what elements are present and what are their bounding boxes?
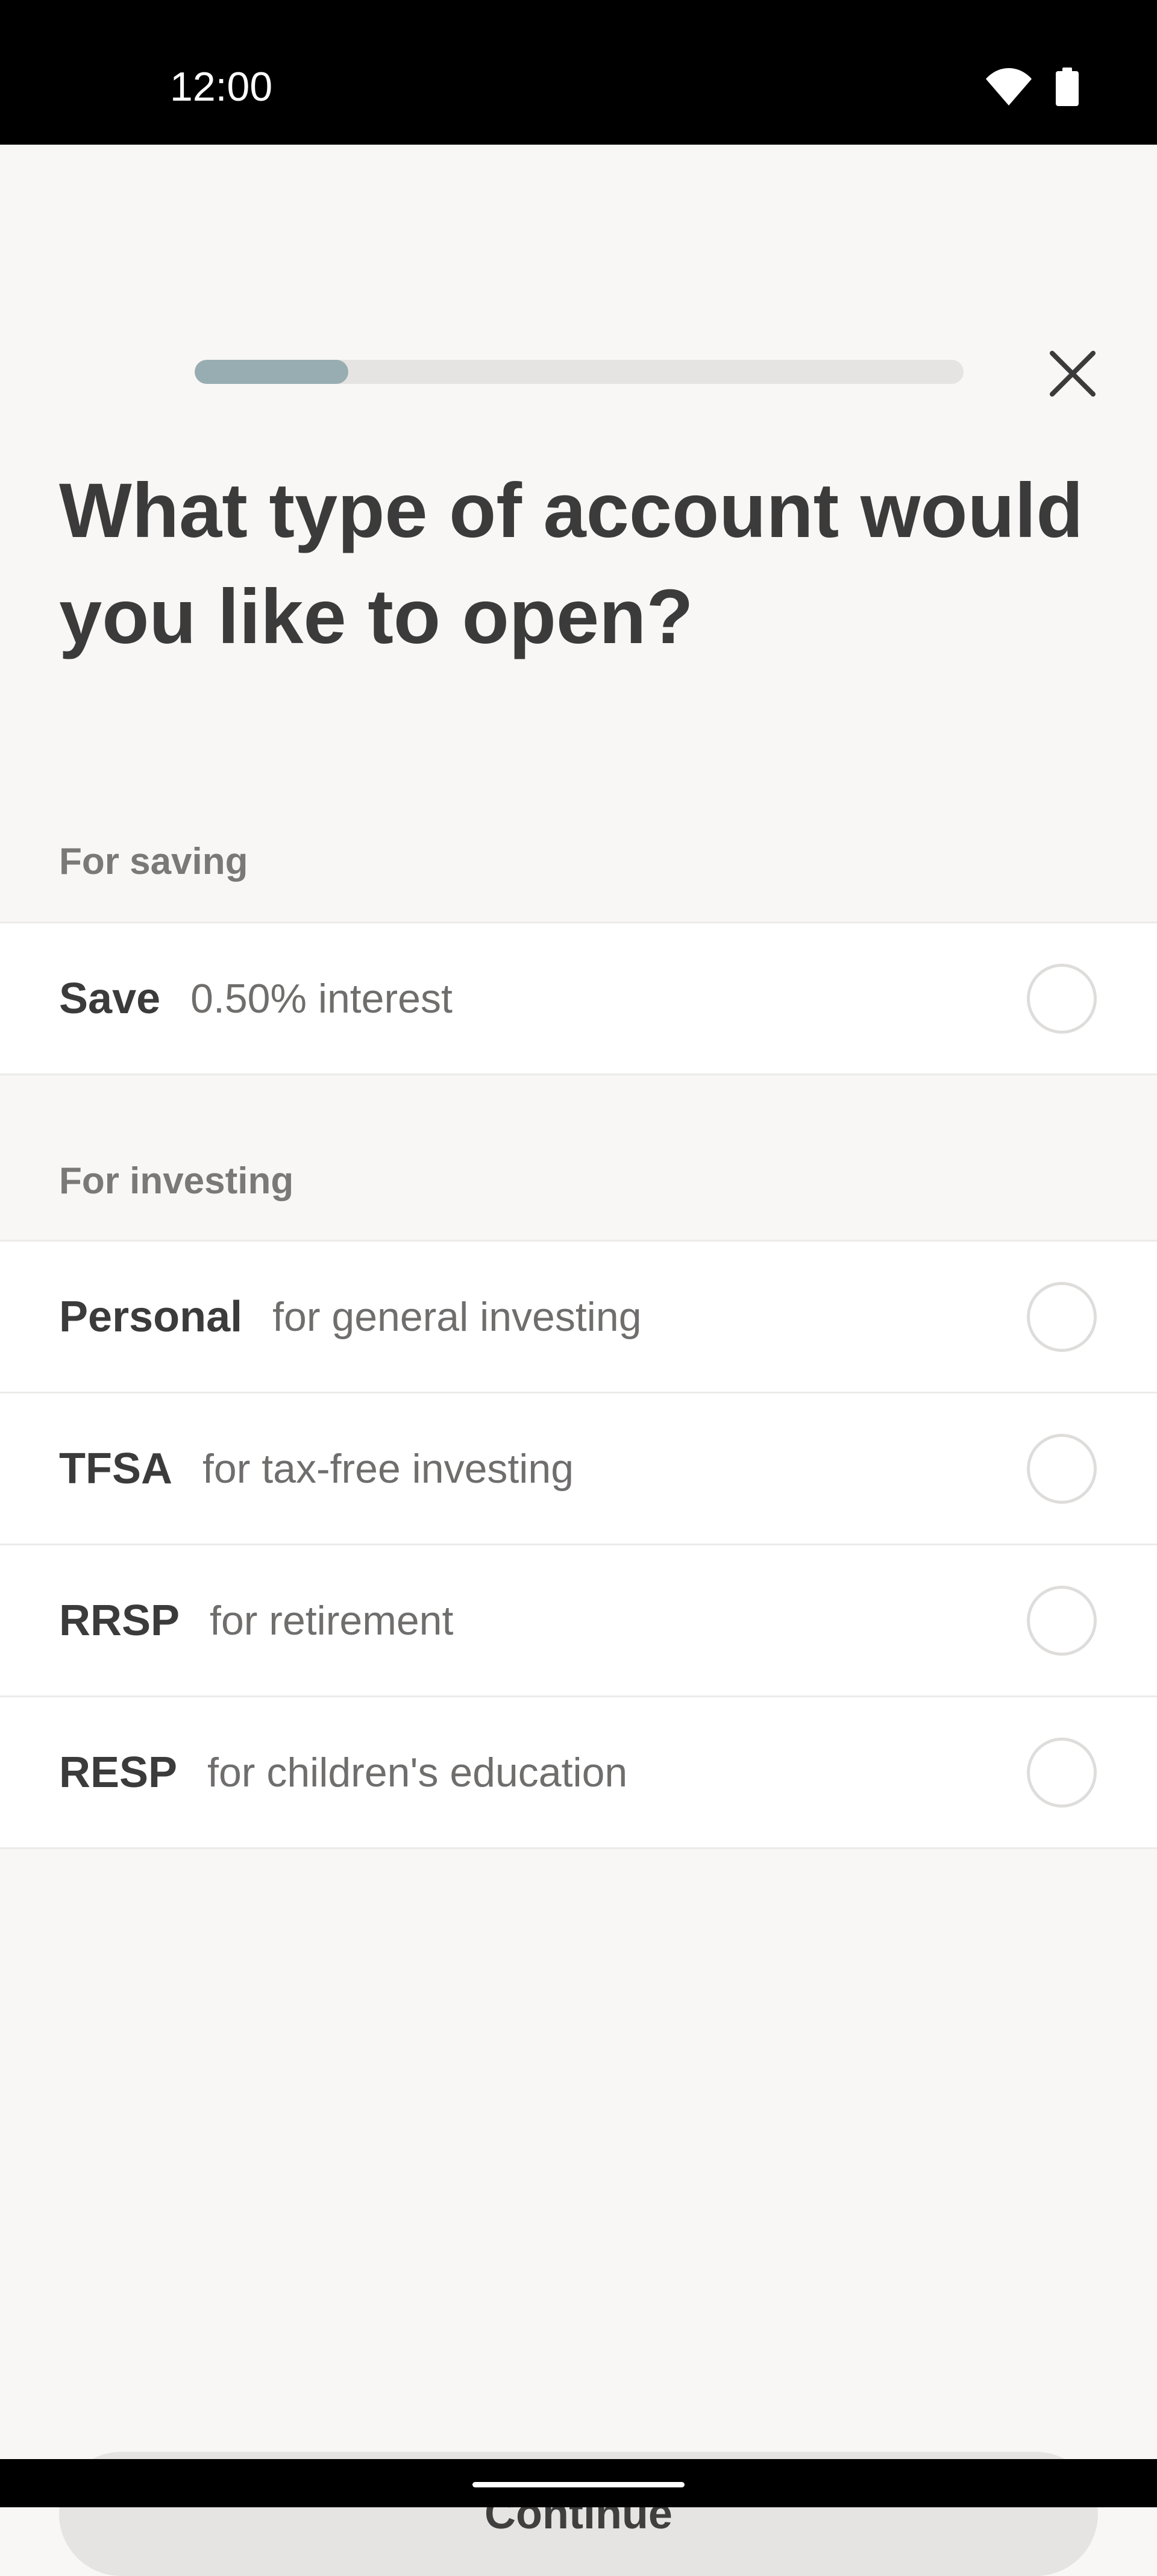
option-description: for general investing <box>272 1293 642 1340</box>
system-navigation-bar <box>0 2459 1157 2507</box>
battery-icon <box>1056 68 1079 106</box>
page-title: What type of account would you like to o… <box>59 468 1083 660</box>
status-bar: 12:00 <box>0 0 1157 145</box>
radio-button[interactable] <box>1027 1585 1097 1656</box>
option-description: for children's education <box>207 1749 628 1795</box>
onboarding-progress-fill <box>195 360 349 384</box>
option-name: Save <box>59 974 161 1023</box>
option-name: TFSA <box>59 1444 172 1493</box>
close-button[interactable] <box>1036 338 1109 410</box>
section-header-investing: For investing <box>59 1160 294 1202</box>
section-header-saving: For saving <box>59 841 248 882</box>
account-option-save[interactable]: Save 0.50% interest <box>0 923 1157 1075</box>
option-description: for tax-free investing <box>202 1445 574 1492</box>
account-option-resp[interactable]: RESP for children's education <box>0 1697 1157 1849</box>
option-name: Personal <box>59 1292 243 1341</box>
home-indicator[interactable] <box>472 2482 685 2487</box>
radio-button[interactable] <box>1027 1433 1097 1504</box>
account-option-personal[interactable]: Personal for general investing <box>0 1242 1157 1393</box>
saving-options: Save 0.50% interest <box>0 922 1157 1075</box>
option-description: for retirement <box>210 1597 454 1644</box>
status-icons <box>986 68 1079 106</box>
option-name: RRSP <box>59 1596 180 1645</box>
status-time: 12:00 <box>170 64 273 110</box>
close-icon <box>1047 348 1098 399</box>
investing-options: Personal for general investing TFSA for … <box>0 1240 1157 1849</box>
account-option-tfsa[interactable]: TFSA for tax-free investing <box>0 1393 1157 1545</box>
radio-button[interactable] <box>1027 1737 1097 1808</box>
wifi-icon <box>986 68 1032 105</box>
option-name: RESP <box>59 1748 178 1797</box>
account-type-screen: What type of account would you like to o… <box>0 145 1157 2576</box>
onboarding-progress-bar <box>195 360 964 384</box>
account-option-rrsp[interactable]: RRSP for retirement <box>0 1545 1157 1697</box>
radio-button[interactable] <box>1027 1281 1097 1352</box>
option-description: 0.50% interest <box>190 975 453 1022</box>
radio-button[interactable] <box>1027 963 1097 1034</box>
